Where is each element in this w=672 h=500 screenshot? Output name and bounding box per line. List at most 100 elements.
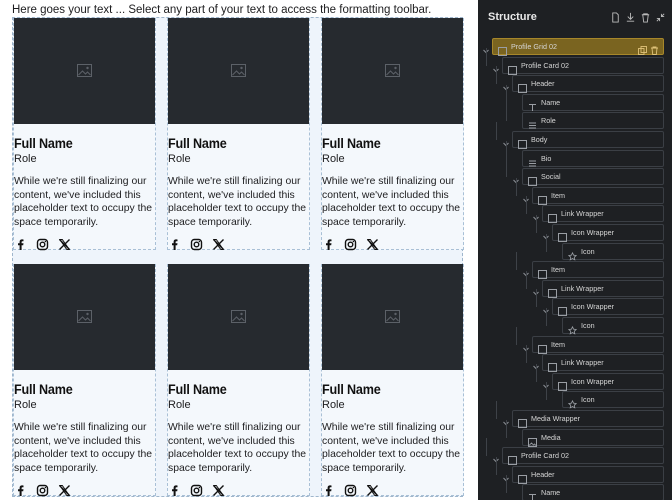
- structure-node[interactable]: Profile Card 02: [502, 56, 664, 75]
- x-icon[interactable]: [58, 484, 71, 497]
- card-media[interactable]: [168, 264, 309, 370]
- structure-node[interactable]: Name: [522, 484, 664, 500]
- structure-tree-row[interactable]: Icon: [478, 233, 672, 261]
- structure-node[interactable]: Role: [522, 112, 664, 130]
- structure-node[interactable]: Icon Wrapper: [552, 224, 664, 242]
- structure-node[interactable]: Link Wrapper: [542, 205, 664, 224]
- facebook-icon[interactable]: [14, 484, 27, 497]
- structure-tree-row[interactable]: Item: [478, 252, 672, 280]
- card-bio[interactable]: While we're still finalizing our content…: [168, 175, 308, 229]
- profile-card[interactable]: Full Name Role While we're still finaliz…: [13, 264, 156, 497]
- instagram-icon[interactable]: [190, 238, 203, 251]
- structure-node[interactable]: Name: [522, 93, 664, 111]
- card-name[interactable]: Full Name: [322, 135, 381, 151]
- structure-tree-row[interactable]: Profile Card 02: [478, 438, 672, 466]
- structure-tree-row[interactable]: Body: [478, 122, 672, 149]
- structure-tree-row[interactable]: Media: [478, 419, 672, 447]
- structure-node[interactable]: Bio: [522, 149, 664, 167]
- card-bio[interactable]: While we're still finalizing our content…: [14, 175, 154, 229]
- trash-icon[interactable]: [640, 10, 651, 23]
- structure-node[interactable]: Link Wrapper: [542, 354, 664, 373]
- card-role[interactable]: Role: [14, 399, 37, 411]
- structure-node[interactable]: Header: [512, 465, 664, 484]
- instagram-icon[interactable]: [36, 238, 49, 251]
- instagram-icon[interactable]: [190, 484, 203, 497]
- structure-node[interactable]: Icon: [562, 317, 664, 335]
- x-icon[interactable]: [212, 484, 225, 497]
- instagram-icon[interactable]: [344, 238, 357, 251]
- duplicate-icon[interactable]: [638, 42, 647, 55]
- facebook-icon[interactable]: [322, 484, 335, 497]
- structure-node[interactable]: Body: [512, 131, 664, 149]
- card-role[interactable]: Role: [322, 399, 345, 411]
- card-role[interactable]: Role: [322, 153, 345, 165]
- card-name[interactable]: Full Name: [14, 381, 73, 397]
- structure-tree-row[interactable]: Link Wrapper: [478, 270, 672, 298]
- structure-tree-row[interactable]: Icon Wrapper: [478, 363, 672, 391]
- structure-node[interactable]: Media: [522, 428, 664, 447]
- structure-node[interactable]: Profile Grid 02: [492, 38, 664, 56]
- profile-card[interactable]: Full Name Role While we're still finaliz…: [167, 264, 310, 497]
- structure-tree-row[interactable]: Profile Card 02: [478, 47, 672, 75]
- structure-tree-row[interactable]: Link Wrapper: [478, 196, 672, 224]
- profile-card[interactable]: Full Name Role While we're still finaliz…: [167, 18, 310, 251]
- facebook-icon[interactable]: [168, 484, 181, 497]
- x-icon[interactable]: [212, 238, 225, 251]
- structure-tree-row[interactable]: Role: [478, 103, 672, 130]
- intro-text[interactable]: Here goes your text ... Select any part …: [12, 4, 431, 16]
- instagram-icon[interactable]: [36, 484, 49, 497]
- structure-tree-row[interactable]: Header: [478, 456, 672, 484]
- instagram-icon[interactable]: [344, 484, 357, 497]
- profile-card[interactable]: Full Name Role While we're still finaliz…: [321, 18, 464, 251]
- card-name[interactable]: Full Name: [322, 381, 381, 397]
- card-media[interactable]: [14, 18, 155, 124]
- x-icon[interactable]: [58, 238, 71, 251]
- structure-tree-row[interactable]: Icon Wrapper: [478, 289, 672, 317]
- card-media[interactable]: [14, 264, 155, 370]
- structure-tree-row[interactable]: Item: [478, 177, 672, 205]
- structure-tree-row[interactable]: Name: [478, 475, 672, 500]
- x-icon[interactable]: [366, 484, 379, 497]
- structure-tree-row[interactable]: Header: [478, 66, 672, 94]
- card-role[interactable]: Role: [168, 399, 191, 411]
- structure-node[interactable]: Icon Wrapper: [552, 372, 664, 391]
- structure-tree-row[interactable]: Profile Grid 02: [478, 38, 672, 56]
- structure-node[interactable]: Item: [532, 335, 664, 354]
- card-bio[interactable]: While we're still finalizing our content…: [168, 421, 308, 475]
- card-name[interactable]: Full Name: [168, 135, 227, 151]
- structure-tree-row[interactable]: Icon: [478, 382, 672, 409]
- facebook-icon[interactable]: [14, 238, 27, 251]
- facebook-icon[interactable]: [322, 238, 335, 251]
- structure-tree-row[interactable]: Media Wrapper: [478, 401, 672, 428]
- download-icon[interactable]: [625, 10, 636, 22]
- collapse-icon[interactable]: [655, 10, 666, 22]
- card-bio[interactable]: While we're still finalizing our content…: [14, 421, 154, 475]
- structure-node[interactable]: Media Wrapper: [512, 410, 664, 428]
- structure-tree-row[interactable]: Item: [478, 326, 672, 354]
- structure-node[interactable]: Icon: [562, 391, 664, 409]
- card-role[interactable]: Role: [168, 153, 191, 165]
- x-icon[interactable]: [366, 238, 379, 251]
- profile-grid[interactable]: Full Name Role While we're still finaliz…: [12, 17, 464, 497]
- profile-card[interactable]: Full Name Role While we're still finaliz…: [321, 264, 464, 497]
- trash-icon[interactable]: [650, 42, 659, 55]
- card-media[interactable]: [168, 18, 309, 124]
- card-bio[interactable]: While we're still finalizing our content…: [322, 421, 462, 475]
- structure-node[interactable]: Social: [522, 168, 664, 187]
- structure-tree-row[interactable]: Icon: [478, 308, 672, 335]
- structure-node[interactable]: Icon Wrapper: [552, 298, 664, 317]
- card-media[interactable]: [322, 18, 463, 124]
- structure-node[interactable]: Item: [532, 186, 664, 205]
- structure-tree-row[interactable]: Icon Wrapper: [478, 215, 672, 242]
- profile-card[interactable]: Full Name Role While we're still finaliz…: [13, 18, 156, 251]
- card-media[interactable]: [322, 264, 463, 370]
- structure-tree-row[interactable]: Bio: [478, 140, 672, 167]
- builder-canvas[interactable]: Here goes your text ... Select any part …: [0, 0, 476, 500]
- structure-tree-row[interactable]: Name: [478, 84, 672, 111]
- structure-tree-row[interactable]: Social: [478, 159, 672, 187]
- structure-node[interactable]: Header: [512, 75, 664, 94]
- card-name[interactable]: Full Name: [168, 381, 227, 397]
- structure-node[interactable]: Link Wrapper: [542, 279, 664, 298]
- structure-node[interactable]: Profile Card 02: [502, 447, 664, 466]
- file-icon[interactable]: [610, 10, 621, 23]
